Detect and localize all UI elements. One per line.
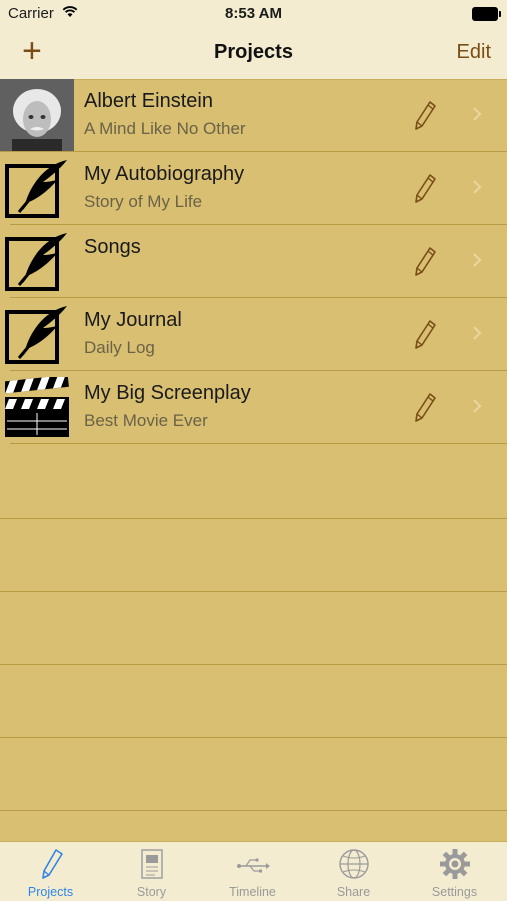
chevron-right-icon[interactable]: [470, 248, 484, 272]
tab-share[interactable]: Share: [303, 842, 404, 901]
ruled-line: [0, 664, 507, 665]
edit-pencil-icon[interactable]: [412, 318, 438, 350]
tab-label: Projects: [27, 885, 74, 899]
clock: 8:53 AM: [225, 5, 282, 22]
tab-timeline[interactable]: Timeline: [202, 842, 303, 901]
tab-bar: Projects Story Timeline Share Settings: [0, 841, 507, 901]
tab-label: Timeline: [229, 885, 276, 899]
quill-icon: [5, 160, 67, 218]
tab-settings[interactable]: Settings: [404, 842, 505, 901]
project-row[interactable]: Albert Einstein A Mind Like No Other: [0, 79, 507, 152]
chevron-right-icon[interactable]: [470, 102, 484, 126]
project-row[interactable]: Songs: [0, 225, 507, 298]
project-subtitle: Story of My Life: [84, 192, 203, 211]
project-list: Albert Einstein A Mind Like No Other My …: [0, 79, 507, 841]
project-row[interactable]: My Big Screenplay Best Movie Ever: [0, 371, 507, 444]
project-title: My Journal: [84, 309, 182, 331]
quill-icon: [5, 306, 67, 364]
project-title: My Big Screenplay: [84, 382, 251, 404]
chevron-right-icon[interactable]: [470, 394, 484, 418]
tab-label: Story: [136, 885, 167, 899]
document-icon: [141, 849, 163, 879]
page-title: Projects: [214, 41, 293, 63]
edit-pencil-icon[interactable]: [412, 391, 438, 423]
project-subtitle: Daily Log: [84, 338, 155, 357]
edit-pencil-icon[interactable]: [412, 245, 438, 277]
quill-icon: [5, 233, 67, 291]
navigation-bar: + Projects Edit: [0, 28, 507, 80]
project-title: My Autobiography: [84, 163, 245, 185]
project-row[interactable]: My Autobiography Story of My Life: [0, 152, 507, 225]
project-subtitle: A Mind Like No Other: [84, 119, 246, 138]
globe-icon: [339, 849, 369, 879]
row-divider: [10, 443, 507, 444]
tab-label: Share: [336, 885, 371, 899]
chevron-right-icon[interactable]: [470, 321, 484, 345]
gear-icon: [440, 849, 470, 879]
chevron-right-icon[interactable]: [470, 175, 484, 199]
pencil-icon: [42, 849, 63, 879]
edit-button[interactable]: Edit: [457, 41, 491, 64]
project-title: Songs: [84, 236, 141, 258]
status-bar: Carrier 8:53 AM: [0, 0, 507, 28]
battery-icon: [472, 7, 501, 21]
project-subtitle: Best Movie Ever: [84, 411, 208, 430]
tab-label: Settings: [431, 885, 478, 899]
project-row[interactable]: My Journal Daily Log: [0, 298, 507, 371]
ruled-line: [0, 810, 507, 811]
edit-pencil-icon[interactable]: [412, 99, 438, 131]
tab-projects[interactable]: Projects: [0, 842, 101, 901]
edit-pencil-icon[interactable]: [412, 172, 438, 204]
ruled-line: [0, 591, 507, 592]
clapperboard-icon: [5, 377, 69, 437]
usb-icon: [237, 858, 270, 873]
tab-story[interactable]: Story: [101, 842, 202, 901]
ruled-line: [0, 737, 507, 738]
portrait-photo: [0, 79, 74, 152]
ruled-line: [0, 518, 507, 519]
project-title: Albert Einstein: [84, 90, 213, 112]
